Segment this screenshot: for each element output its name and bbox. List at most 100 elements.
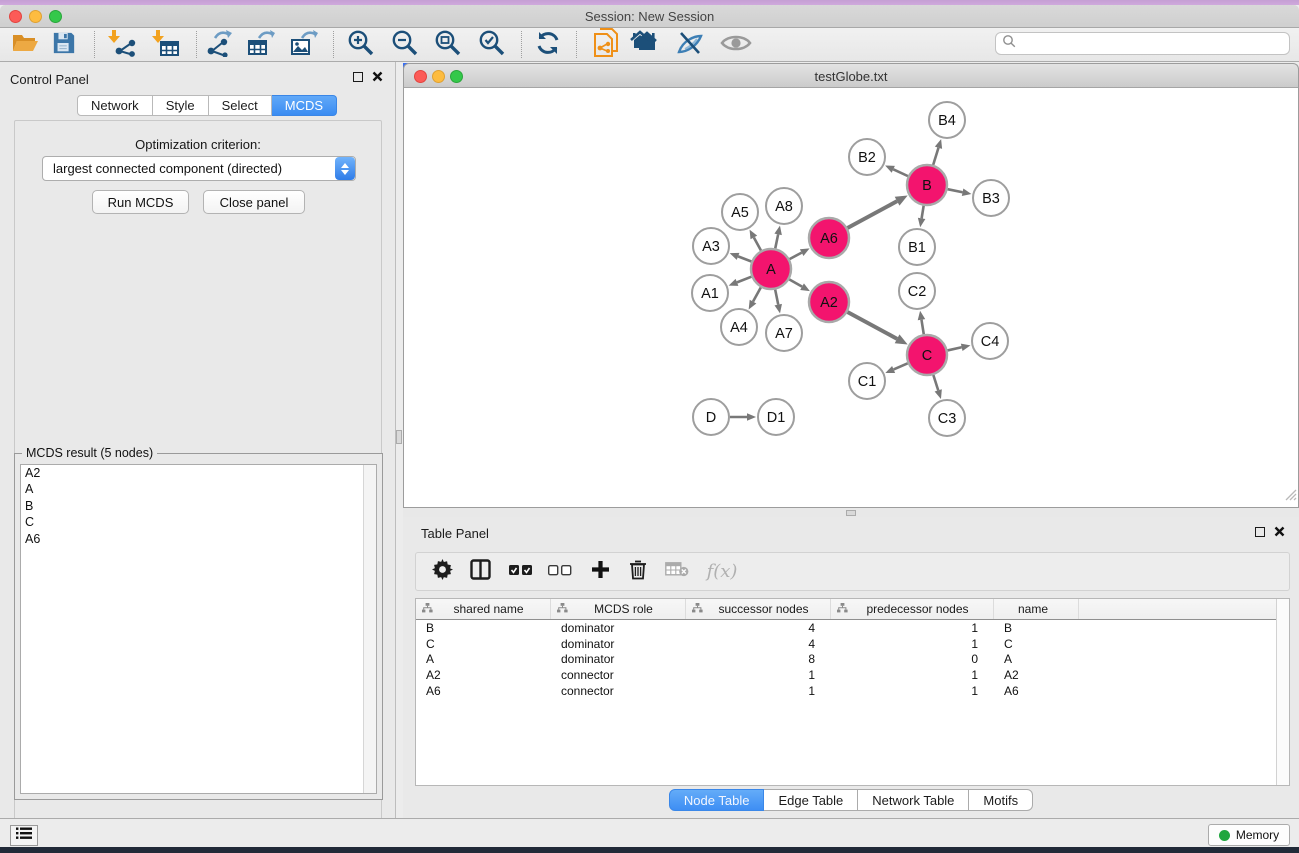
open-folder-icon — [11, 31, 39, 60]
tab-mcds[interactable]: MCDS — [272, 95, 337, 116]
tab-network-table[interactable]: Network Table — [858, 789, 969, 811]
show-columns-button[interactable] — [465, 557, 495, 587]
import-table-button[interactable] — [150, 30, 182, 60]
table-cell: A6 — [994, 684, 1079, 698]
close-panel-button[interactable]: Close panel — [203, 190, 305, 214]
horizontal-splitter-handle[interactable] — [846, 510, 856, 516]
graph-edge[interactable] — [790, 253, 802, 259]
graph-edge[interactable] — [847, 201, 897, 228]
search-box[interactable] — [995, 32, 1290, 55]
table-cell: A — [994, 652, 1079, 666]
graph-edge[interactable] — [847, 312, 897, 339]
column-header-MCDS-role[interactable]: MCDS role — [551, 599, 686, 619]
export-table-button[interactable] — [245, 30, 277, 60]
node-label: A3 — [702, 239, 720, 255]
network-window-titlebar[interactable]: testGlobe.txt — [403, 63, 1299, 88]
graph-edge[interactable] — [921, 320, 923, 335]
tab-select[interactable]: Select — [209, 95, 272, 116]
import-network-button[interactable] — [106, 30, 138, 60]
graph-edge[interactable] — [947, 347, 961, 350]
delete-column-button[interactable] — [624, 557, 652, 587]
graph-edge[interactable] — [893, 169, 908, 176]
show-graphics-details-button[interactable] — [720, 30, 752, 60]
graph-edge[interactable] — [933, 148, 938, 165]
close-panel-icon[interactable] — [1274, 526, 1285, 537]
select-all-button[interactable] — [506, 557, 536, 587]
graph-edge[interactable] — [775, 234, 778, 248]
graph-edge[interactable] — [754, 237, 761, 250]
node-label: C2 — [908, 284, 927, 300]
mcds-result-list[interactable]: A2ABCA6 — [20, 464, 377, 794]
network-canvas[interactable]: B4B2BB3A5A8A6B1A3AC2A1A2A4A7C4CC1C3DD1 — [403, 88, 1299, 508]
fx-icon: f(x) — [707, 561, 738, 582]
tab-style[interactable]: Style — [153, 95, 209, 116]
toolbar-separator — [94, 31, 95, 58]
column-header-predecessor-nodes[interactable]: predecessor nodes — [831, 599, 994, 619]
home-button[interactable] — [631, 30, 663, 60]
tab-edge-table[interactable]: Edge Table — [764, 789, 858, 811]
graph-edge[interactable] — [738, 256, 751, 261]
resize-grip-icon[interactable] — [1285, 488, 1297, 506]
hide-neighbors-button[interactable] — [674, 30, 706, 60]
graph-edge[interactable] — [922, 206, 924, 219]
unchecked-boxes-icon — [548, 563, 572, 581]
save-session-button[interactable] — [48, 30, 80, 60]
table-row[interactable]: Bdominator41B — [416, 620, 1289, 636]
node-label: A7 — [775, 326, 793, 342]
column-header-successor-nodes[interactable]: successor nodes — [686, 599, 831, 619]
tab-network[interactable]: Network — [77, 95, 153, 116]
export-image-button[interactable] — [288, 30, 320, 60]
open-session-button[interactable] — [9, 30, 41, 60]
graph-edge[interactable] — [894, 363, 908, 369]
node-label: B4 — [938, 113, 956, 129]
graph-edge[interactable] — [737, 277, 751, 283]
graph-edge[interactable] — [933, 375, 938, 390]
graph-edge[interactable] — [753, 287, 761, 301]
column-header-name[interactable]: name — [994, 599, 1079, 619]
column-header-shared-name[interactable]: shared name — [416, 599, 551, 619]
table-row[interactable]: A6connector11A6 — [416, 683, 1289, 699]
delete-table-button[interactable] — [662, 557, 692, 587]
mcds-result-item[interactable]: A2 — [21, 465, 376, 481]
memory-button[interactable]: Memory — [1208, 824, 1290, 846]
scrollbar-track[interactable] — [1276, 599, 1289, 785]
close-panel-icon[interactable] — [372, 71, 383, 82]
criterion-select[interactable]: largest connected component (directed) — [42, 156, 356, 181]
unselect-all-button[interactable] — [545, 557, 575, 587]
mcds-result-item[interactable]: A6 — [21, 531, 376, 547]
graph-edge[interactable] — [775, 290, 778, 305]
table-cell: 1 — [831, 684, 994, 698]
graph-edge[interactable] — [948, 189, 963, 192]
tab-motifs[interactable]: Motifs — [969, 789, 1033, 811]
graph-edge[interactable] — [789, 279, 802, 286]
mcds-result-item[interactable]: B — [21, 498, 376, 514]
criterion-selected-value: largest connected component (directed) — [43, 161, 335, 176]
table-row[interactable]: Adominator80A — [416, 652, 1289, 668]
create-column-button[interactable] — [586, 557, 614, 587]
table-row[interactable]: Cdominator41C — [416, 636, 1289, 652]
mcds-result-item[interactable]: A — [21, 481, 376, 497]
memory-status-icon — [1219, 830, 1230, 841]
mcds-result-item[interactable]: C — [21, 514, 376, 530]
export-network-button[interactable] — [203, 30, 235, 60]
vertical-splitter-handle[interactable] — [396, 430, 402, 444]
zoom-selected-button[interactable] — [476, 30, 508, 60]
zoom-out-button[interactable] — [389, 30, 421, 60]
network-graph[interactable]: B4B2BB3A5A8A6B1A3AC2A1A2A4A7C4CC1C3DD1 — [404, 88, 1298, 506]
apply-function-button[interactable]: f(x) — [704, 557, 740, 587]
column-settings-button[interactable] — [428, 557, 456, 587]
search-input[interactable] — [1017, 37, 1267, 51]
tab-node-table[interactable]: Node Table — [669, 789, 765, 811]
zoom-in-button[interactable] — [345, 30, 377, 60]
zoom-fit-button[interactable] — [432, 30, 464, 60]
float-panel-icon[interactable] — [1255, 527, 1265, 537]
network-file-button[interactable] — [590, 30, 622, 60]
refresh-view-button[interactable] — [532, 30, 564, 60]
table-cell: dominator — [551, 637, 686, 651]
app-titlebar: Session: New Session — [0, 5, 1299, 28]
show-panels-button[interactable] — [10, 825, 38, 846]
run-mcds-button[interactable]: Run MCDS — [92, 190, 189, 214]
table-row[interactable]: A2connector11A2 — [416, 667, 1289, 683]
scrollbar-track[interactable] — [363, 465, 376, 793]
float-panel-icon[interactable] — [353, 72, 363, 82]
